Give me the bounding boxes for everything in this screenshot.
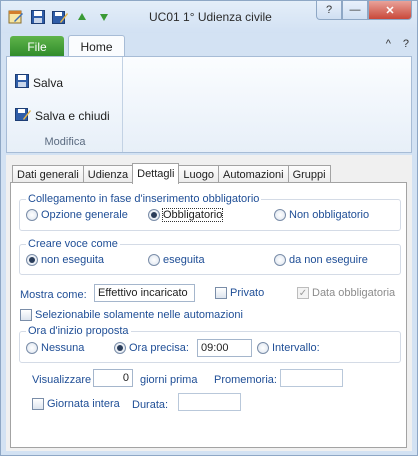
home-tab[interactable]: Home [68, 35, 125, 58]
tab-dati-generali[interactable]: Dati generali [12, 165, 84, 183]
data-obbligatoria-checkbox: ✓ Data obbligatoria [297, 287, 395, 299]
radio-button[interactable] [148, 254, 160, 266]
help-icon[interactable]: ? [403, 38, 409, 50]
collegamento-legend: Collegamento in fase d'inserimento obbli… [26, 193, 262, 205]
checkbox-label: Selezionabile solamente nelle automazion… [35, 309, 243, 321]
privato-checkbox[interactable]: Privato [215, 287, 264, 299]
radio-non-obbligatorio[interactable]: Non obbligatorio [274, 209, 369, 221]
creare-voce-group: Creare voce come non eseguita eseguita d… [19, 238, 401, 275]
ribbon-right-controls: ^ ? [386, 38, 409, 50]
minimize-button[interactable]: — [342, 1, 368, 20]
radio-button[interactable] [274, 209, 286, 221]
giorni-prima-label: giorni prima [140, 374, 198, 386]
window-controls: ? — ✕ [316, 1, 412, 20]
radio-label: Obbligatorio [161, 208, 224, 222]
tab-udienza[interactable]: Udienza [82, 165, 134, 183]
radio-label: Non obbligatorio [289, 209, 370, 221]
tab-automazioni[interactable]: Automazioni [218, 165, 289, 183]
ribbon-panel: Salva Salva e chiudi Modifica [6, 56, 412, 153]
radio-da-non-eseguire[interactable]: da non eseguire [274, 254, 368, 266]
radio-ora-precisa[interactable]: Ora precisa: [114, 342, 189, 354]
giornata-intera-checkbox[interactable]: Giornata intera [32, 398, 120, 410]
checkbox-label: Giornata intera [47, 398, 120, 410]
ora-inizio-group: Ora d'inizio proposta Nessuna Ora precis… [19, 325, 401, 363]
detail-tabs: Dati generali Udienza Dettagli Luogo Aut… [12, 163, 331, 184]
checkbox[interactable] [32, 398, 44, 410]
qat-save-close-icon[interactable] [51, 8, 69, 26]
save-button[interactable]: Salva [15, 74, 63, 91]
radio-button[interactable] [257, 342, 269, 354]
promemoria-label: Promemoria: [214, 374, 277, 386]
close-button[interactable]: ✕ [368, 1, 412, 20]
promemoria-field[interactable] [280, 369, 343, 387]
help-window-button[interactable]: ? [316, 1, 342, 20]
radio-non-eseguita[interactable]: non eseguita [26, 254, 104, 266]
radio-label: da non eseguire [289, 254, 368, 266]
radio-button-selected[interactable] [26, 254, 38, 266]
app-window: UC01 1° Udienza civile ? — ✕ File Home ^… [0, 0, 418, 456]
tab-luogo[interactable]: Luogo [178, 165, 220, 183]
title-bar: UC01 1° Udienza civile ? — ✕ [1, 1, 417, 33]
app-calendar-icon[interactable] [7, 8, 25, 26]
save-label: Salva [33, 75, 64, 90]
radio-button[interactable] [274, 254, 286, 266]
radio-label: Intervallo: [272, 342, 320, 354]
file-tab[interactable]: File [10, 36, 64, 57]
radio-intervallo[interactable]: Intervallo: [257, 342, 320, 354]
radio-button[interactable] [26, 342, 38, 354]
radio-label: Opzione generale [41, 209, 128, 221]
ora-precisa-field[interactable]: 09:00 [197, 339, 252, 357]
checkbox-label: Data obbligatoria [312, 287, 396, 299]
floppy-disk-pen-icon [15, 106, 31, 125]
collegamento-group: Collegamento in fase d'inserimento obbli… [19, 193, 401, 231]
radio-button-selected[interactable] [114, 342, 126, 354]
radio-button-selected[interactable] [148, 209, 160, 221]
checkbox-label: Privato [230, 287, 265, 299]
content-area: Dati generali Udienza Dettagli Luogo Aut… [6, 155, 412, 451]
mostra-come-label: Mostra come: [20, 289, 87, 301]
durata-label: Durata: [132, 399, 169, 411]
quick-access-toolbar [7, 8, 113, 26]
modifica-group: Salva Salva e chiudi Modifica [7, 57, 123, 152]
radio-obbligatorio[interactable]: Obbligatorio [148, 208, 224, 222]
radio-button[interactable] [26, 209, 38, 221]
save-and-close-button[interactable]: Salva e chiudi [15, 106, 110, 125]
radio-label: non eseguita [41, 254, 104, 266]
floppy-disk-icon [15, 74, 29, 91]
collapse-ribbon-icon[interactable]: ^ [386, 38, 391, 50]
green-down-arrow-icon[interactable] [95, 8, 113, 26]
checkbox-checked-disabled: ✓ [297, 287, 309, 299]
radio-opzione-generale[interactable]: Opzione generale [26, 209, 128, 221]
checkbox[interactable] [20, 309, 32, 321]
dettagli-panel: Collegamento in fase d'inserimento obbli… [10, 182, 407, 448]
group-label: Modifica [44, 136, 86, 148]
window-title: UC01 1° Udienza civile [149, 10, 272, 24]
save-and-close-label: Salva e chiudi [35, 108, 110, 123]
qat-save-icon[interactable] [29, 8, 47, 26]
checkbox[interactable] [215, 287, 227, 299]
radio-nessuna[interactable]: Nessuna [26, 342, 84, 354]
tab-dettagli[interactable]: Dettagli [132, 163, 180, 184]
radio-label: Ora precisa: [129, 342, 189, 354]
ora-inizio-legend: Ora d'inizio proposta [26, 325, 131, 337]
mostra-come-field[interactable]: Effettivo incaricato [94, 284, 195, 302]
giorni-prima-field[interactable]: 0 [93, 369, 133, 387]
radio-label: Nessuna [41, 342, 85, 354]
creare-voce-legend: Creare voce come [26, 238, 120, 250]
durata-field[interactable] [178, 393, 241, 411]
tab-gruppi[interactable]: Gruppi [287, 165, 331, 183]
green-up-arrow-icon[interactable] [73, 8, 91, 26]
radio-label: eseguita [163, 254, 205, 266]
selezionabile-checkbox[interactable]: Selezionabile solamente nelle automazion… [20, 309, 243, 321]
ribbon-tab-strip: File Home ^ ? [1, 33, 417, 58]
visualizzare-label: Visualizzare [32, 374, 92, 386]
radio-eseguita[interactable]: eseguita [148, 254, 205, 266]
